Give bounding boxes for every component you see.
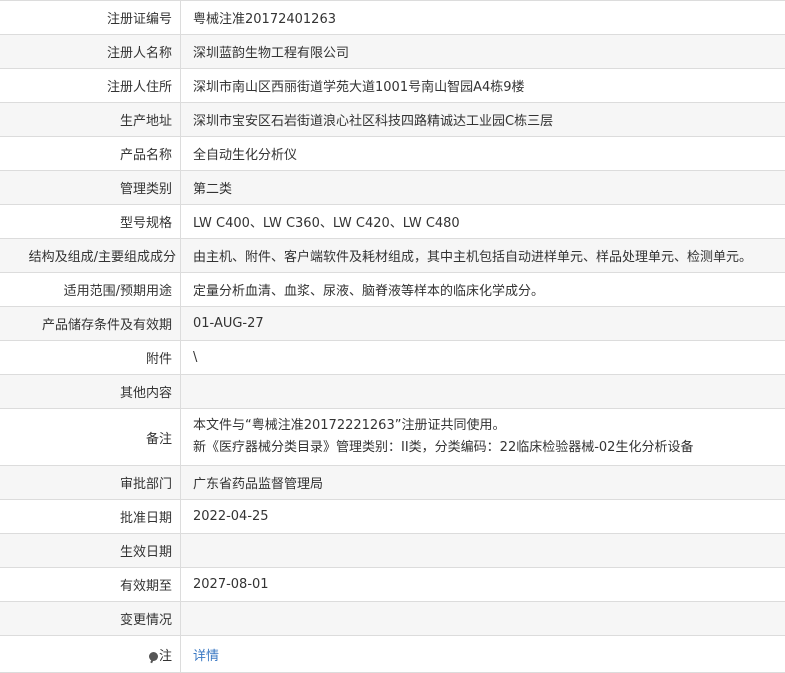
value-structure-composition: 由主机、附件、客户端软件及耗材组成，其中主机包括自动进样单元、样品处理单元、检测… [181,239,785,273]
pin-icon [149,652,158,661]
label-effective-date: 生效日期 [0,534,181,568]
value-storage-validity: 01-AUG-27 [181,307,785,341]
value-note: 详情 [181,636,785,673]
value-remark: 本文件与“粤械注准20172221263”注册证共同使用。 新《医疗器械分类目录… [181,409,785,466]
row-valid-until: 有效期至 2027-08-01 [0,568,785,602]
value-approval-date: 2022-04-25 [181,500,785,534]
label-model-spec: 型号规格 [0,205,181,239]
row-note: 注 详情 [0,636,785,673]
value-product-name: 全自动生化分析仪 [181,137,785,171]
label-management-class: 管理类别 [0,171,181,205]
value-effective-date [181,534,785,568]
row-change-status: 变更情况 [0,602,785,636]
label-note: 注 [0,636,181,673]
label-approval-dept: 审批部门 [0,466,181,500]
label-change-status: 变更情况 [0,602,181,636]
label-product-name: 产品名称 [0,137,181,171]
label-registrant-address: 注册人住所 [0,69,181,103]
row-storage-validity: 产品储存条件及有效期 01-AUG-27 [0,307,785,341]
row-management-class: 管理类别 第二类 [0,171,785,205]
value-model-spec: LW C400、LW C360、LW C420、LW C480 [181,205,785,239]
row-remark: 备注 本文件与“粤械注准20172221263”注册证共同使用。 新《医疗器械分… [0,409,785,466]
details-link[interactable]: 详情 [193,649,219,664]
row-product-name: 产品名称 全自动生化分析仪 [0,137,785,171]
row-registration-number: 注册证编号 粤械注准20172401263 [0,1,785,35]
label-remark: 备注 [0,409,181,466]
label-intended-use: 适用范围/预期用途 [0,273,181,307]
value-registration-number: 粤械注准20172401263 [181,1,785,35]
value-other-content [181,375,785,409]
label-structure-composition: 结构及组成/主要组成成分 [0,239,181,273]
row-approval-dept: 审批部门 广东省药品监督管理局 [0,466,785,500]
note-label: 注 [159,649,172,664]
value-intended-use: 定量分析血清、血浆、尿液、脑脊液等样本的临床化学成分。 [181,273,785,307]
remark-line-2: 新《医疗器械分类目录》管理类别：II类，分类编码：22临床检验器械-02生化分析… [193,437,785,459]
label-valid-until: 有效期至 [0,568,181,602]
row-effective-date: 生效日期 [0,534,785,568]
row-production-address: 生产地址 深圳市宝安区石岩街道浪心社区科技四路精诚达工业园C栋三层 [0,103,785,137]
label-approval-date: 批准日期 [0,500,181,534]
row-attachment: 附件 \ [0,341,785,375]
row-model-spec: 型号规格 LW C400、LW C360、LW C420、LW C480 [0,205,785,239]
label-production-address: 生产地址 [0,103,181,137]
value-management-class: 第二类 [181,171,785,205]
label-storage-validity: 产品储存条件及有效期 [0,307,181,341]
row-registrant-address: 注册人住所 深圳市南山区西丽街道学苑大道1001号南山智园A4栋9楼 [0,69,785,103]
value-approval-dept: 广东省药品监督管理局 [181,466,785,500]
value-valid-until: 2027-08-01 [181,568,785,602]
value-registrant-name: 深圳蓝韵生物工程有限公司 [181,35,785,69]
label-registration-number: 注册证编号 [0,1,181,35]
remark-line-1: 本文件与“粤械注准20172221263”注册证共同使用。 [193,415,785,437]
value-attachment: \ [181,341,785,375]
value-registrant-address: 深圳市南山区西丽街道学苑大道1001号南山智园A4栋9楼 [181,69,785,103]
row-other-content: 其他内容 [0,375,785,409]
label-other-content: 其他内容 [0,375,181,409]
value-change-status [181,602,785,636]
row-approval-date: 批准日期 2022-04-25 [0,500,785,534]
label-registrant-name: 注册人名称 [0,35,181,69]
row-structure-composition: 结构及组成/主要组成成分 由主机、附件、客户端软件及耗材组成，其中主机包括自动进… [0,239,785,273]
row-registrant-name: 注册人名称 深圳蓝韵生物工程有限公司 [0,35,785,69]
row-intended-use: 适用范围/预期用途 定量分析血清、血浆、尿液、脑脊液等样本的临床化学成分。 [0,273,785,307]
registration-info-table: 注册证编号 粤械注准20172401263 注册人名称 深圳蓝韵生物工程有限公司… [0,0,785,673]
label-attachment: 附件 [0,341,181,375]
value-production-address: 深圳市宝安区石岩街道浪心社区科技四路精诚达工业园C栋三层 [181,103,785,137]
